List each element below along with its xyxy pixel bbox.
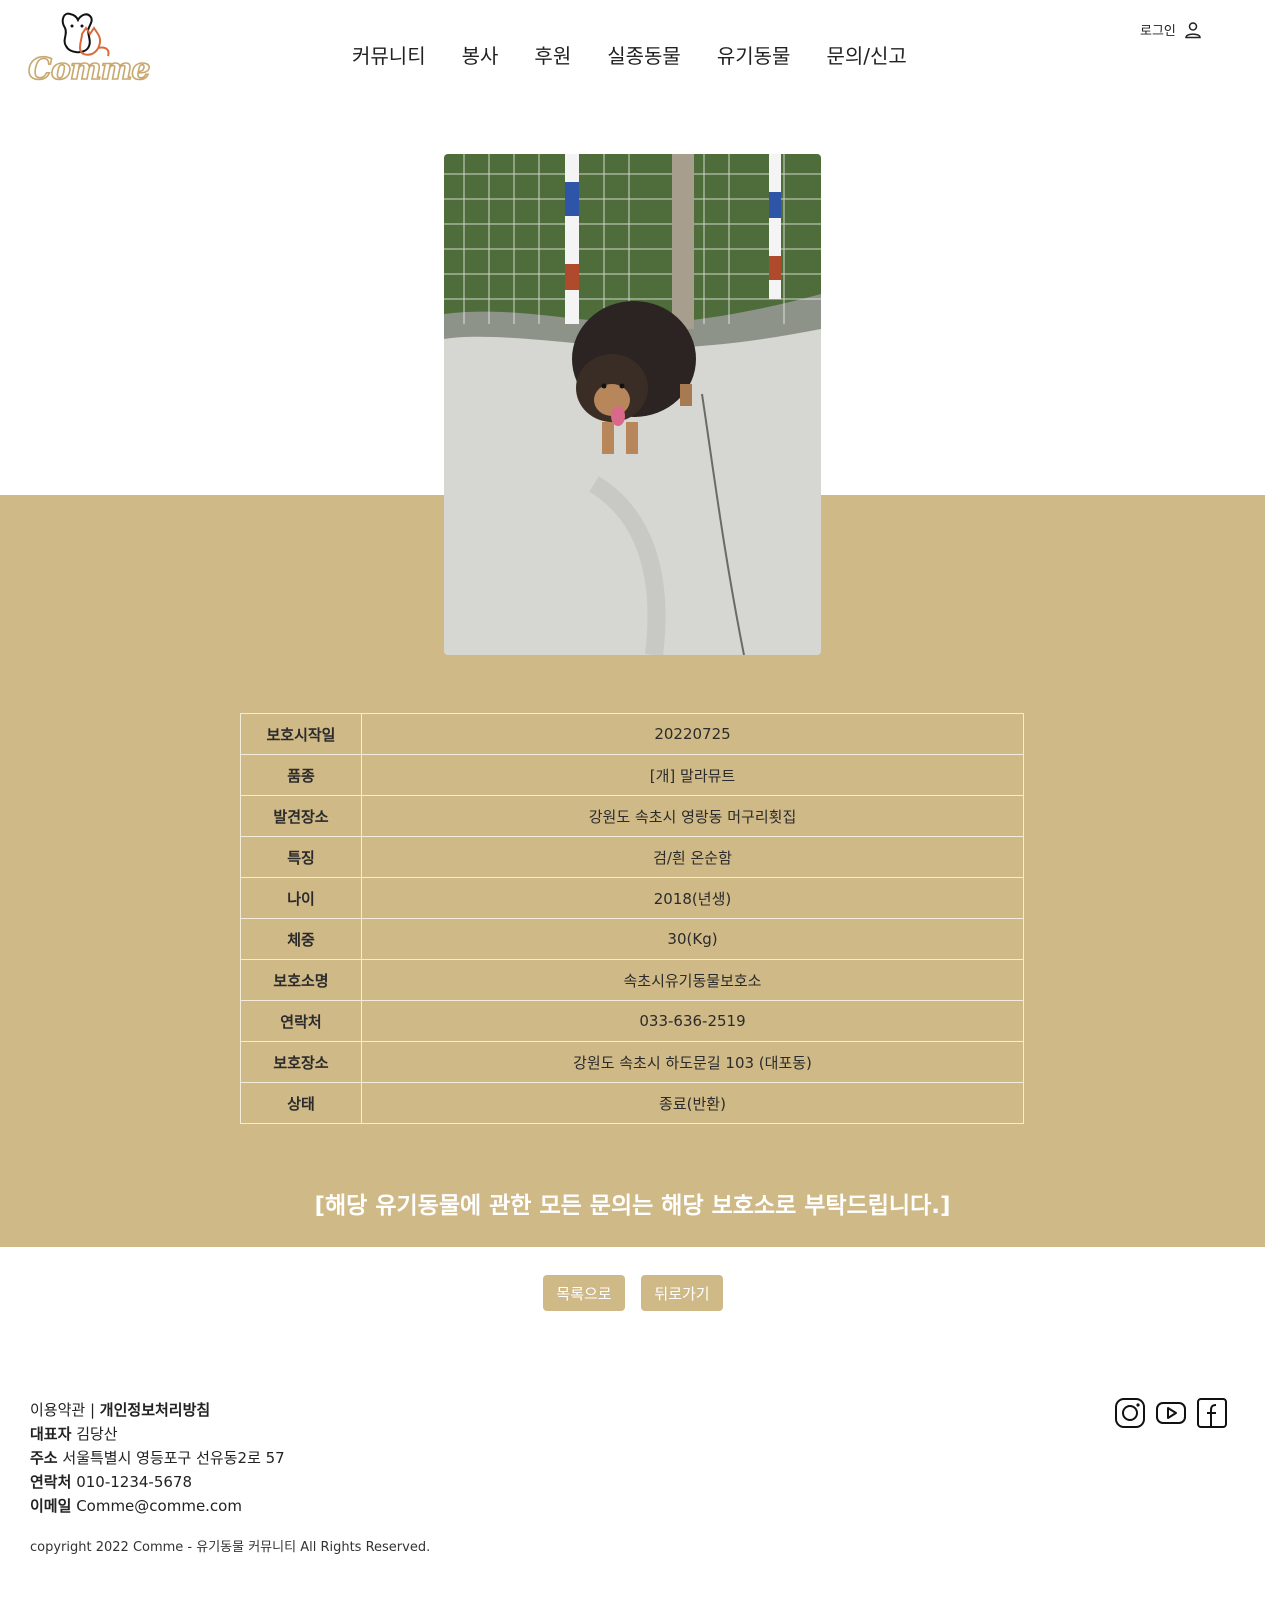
table-row: 체중 30(Kg) <box>240 918 1024 960</box>
facebook-icon[interactable] <box>1196 1397 1228 1429</box>
table-row: 보호장소 강원도 속초시 하도문길 103 (대포동) <box>240 1041 1024 1083</box>
row-value: 검/흰 온순함 <box>361 836 1024 878</box>
table-row: 특징 검/흰 온순함 <box>240 836 1024 878</box>
instagram-icon[interactable] <box>1114 1397 1146 1429</box>
footer-email: 이메일 Comme@comme.com <box>30 1494 285 1518</box>
row-label: 특징 <box>240 836 362 878</box>
row-value: 20220725 <box>361 713 1024 755</box>
row-value: [개] 말라뮤트 <box>361 754 1024 796</box>
table-row: 나이 2018(년생) <box>240 877 1024 919</box>
address-value: 서울특별시 영등포구 선유동2로 57 <box>62 1449 285 1467</box>
row-label: 연락처 <box>240 1000 362 1042</box>
footer-separator: | <box>85 1401 100 1419</box>
row-value: 2018(년생) <box>361 877 1024 919</box>
logo-text: Comme <box>27 51 151 88</box>
row-value: 종료(반환) <box>361 1082 1024 1124</box>
ceo-value: 김당산 <box>76 1425 118 1443</box>
table-row: 발견장소 강원도 속초시 영랑동 머구리횟집 <box>240 795 1024 837</box>
ceo-label: 대표자 <box>30 1425 72 1443</box>
table-row: 보호소명 속초시유기동물보호소 <box>240 959 1024 1001</box>
email-value: Comme@comme.com <box>76 1497 242 1515</box>
terms-link[interactable]: 이용약관 <box>30 1401 85 1419</box>
animal-info-table: 보호시작일 20220725 품종 [개] 말라뮤트 발견장소 강원도 속초시 … <box>240 713 1024 1124</box>
row-value: 강원도 속초시 하도문길 103 (대포동) <box>361 1041 1024 1083</box>
nav-item-abandoned-animals[interactable]: 유기동물 <box>717 40 791 69</box>
row-label: 상태 <box>240 1082 362 1124</box>
privacy-policy-link[interactable]: 개인정보처리방침 <box>100 1401 210 1419</box>
login-label: 로그인 <box>1140 24 1176 39</box>
copyright-text: copyright 2022 Comme - 유기동물 커뮤니티 All Rig… <box>30 1540 431 1555</box>
row-value: 속초시유기동물보호소 <box>361 959 1024 1001</box>
row-label: 보호시작일 <box>240 713 362 755</box>
row-label: 체중 <box>240 918 362 960</box>
row-label: 발견장소 <box>240 795 362 837</box>
comme-logo[interactable]: Comme <box>27 10 151 88</box>
animal-photo <box>444 154 821 655</box>
youtube-icon[interactable] <box>1155 1397 1187 1429</box>
main-nav: 커뮤니티 봉사 후원 실종동물 유기동물 문의/신고 <box>352 40 907 69</box>
row-label: 나이 <box>240 877 362 919</box>
nav-item-donation[interactable]: 후원 <box>534 40 571 69</box>
contact-value: 010-1234-5678 <box>76 1473 192 1491</box>
back-to-list-button[interactable]: 목록으로 <box>543 1275 625 1311</box>
contact-label: 연락처 <box>30 1473 72 1491</box>
row-value: 30(Kg) <box>361 918 1024 960</box>
nav-item-inquiry-report[interactable]: 문의/신고 <box>826 40 906 69</box>
row-label: 보호장소 <box>240 1041 362 1083</box>
nav-item-community[interactable]: 커뮤니티 <box>352 40 426 69</box>
footer-ceo: 대표자 김당산 <box>30 1422 285 1446</box>
footer-contact: 연락처 010-1234-5678 <box>30 1470 285 1494</box>
email-label: 이메일 <box>30 1497 72 1515</box>
social-links <box>1114 1397 1228 1429</box>
row-value: 033-636-2519 <box>361 1000 1024 1042</box>
row-label: 보호소명 <box>240 959 362 1001</box>
nav-item-missing-animals[interactable]: 실종동물 <box>607 40 681 69</box>
table-row: 품종 [개] 말라뮤트 <box>240 754 1024 796</box>
row-label: 품종 <box>240 754 362 796</box>
nav-item-volunteer[interactable]: 봉사 <box>462 40 499 69</box>
footer-address: 주소 서울특별시 영등포구 선유동2로 57 <box>30 1446 285 1470</box>
row-value: 강원도 속초시 영랑동 머구리횟집 <box>361 795 1024 837</box>
site-footer: 이용약관 | 개인정보처리방침 대표자 김당산 주소 서울특별시 영등포구 선유… <box>30 1398 285 1518</box>
table-row: 상태 종료(반환) <box>240 1082 1024 1124</box>
user-icon <box>1185 21 1201 38</box>
site-header: Comme 커뮤니티 봉사 후원 실종동물 유기동물 문의/신고 로그인 <box>0 0 1273 110</box>
table-row: 보호시작일 20220725 <box>240 713 1024 755</box>
go-back-button[interactable]: 뒤로가기 <box>641 1275 723 1311</box>
dog-photo-icon <box>444 154 821 655</box>
footer-links: 이용약관 | 개인정보처리방침 <box>30 1398 285 1422</box>
table-row: 연락처 033-636-2519 <box>240 1000 1024 1042</box>
address-label: 주소 <box>30 1449 58 1467</box>
inquiry-notice: [해당 유기동물에 관한 모든 문의는 해당 보호소로 부탁드립니다.] <box>314 1193 951 1219</box>
login-link[interactable]: 로그인 <box>1140 20 1202 39</box>
